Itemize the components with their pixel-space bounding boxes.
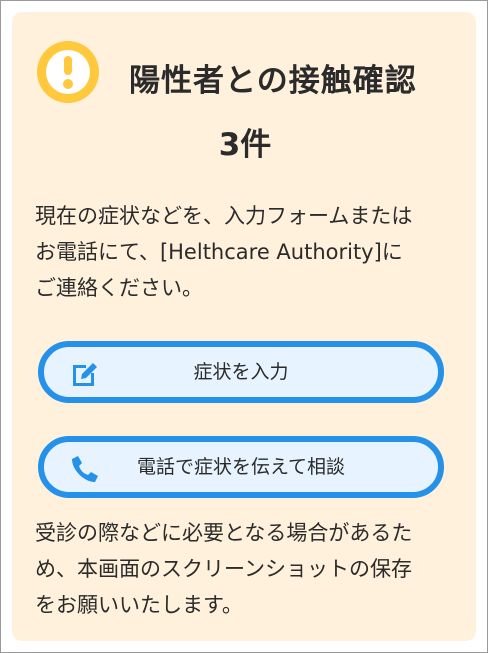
call-consult-label: 電話で症状を伝えて相談	[136, 456, 346, 478]
contact-count: 3件	[218, 127, 272, 163]
instruction-line: 現在の症状などを、入力フォームまたは	[35, 204, 413, 228]
note-line: をお願いいたします。	[35, 593, 243, 617]
input-symptoms-label: 症状を入力	[193, 361, 289, 383]
instruction-message: 現在の症状などを、入力フォームまたは お電話にて、[Helthcare Auth…	[35, 198, 460, 306]
alert-header: 陽性者との接触確認	[37, 41, 437, 111]
alert-title: 陽性者との接触確認	[129, 63, 417, 99]
exclamation-circle-icon	[37, 41, 99, 103]
screenshot-note: 受診の際などに必要となる場合があるた め、本画面のスクリーンショットの保存 をお…	[35, 515, 460, 623]
note-line: 受診の際などに必要となる場合があるた	[35, 521, 413, 545]
instruction-line: お電話にて、[Helthcare Authority]に	[35, 240, 403, 264]
note-line: め、本画面のスクリーンショットの保存	[35, 557, 412, 581]
call-consult-button[interactable]: 電話で症状を伝えて相談	[38, 436, 444, 498]
screen-frame: 陽性者との接触確認 3件 現在の症状などを、入力フォームまたは お電話にて、[H…	[0, 0, 488, 653]
instruction-line: ご連絡ください。	[35, 276, 203, 300]
input-symptoms-button[interactable]: 症状を入力	[38, 341, 444, 403]
